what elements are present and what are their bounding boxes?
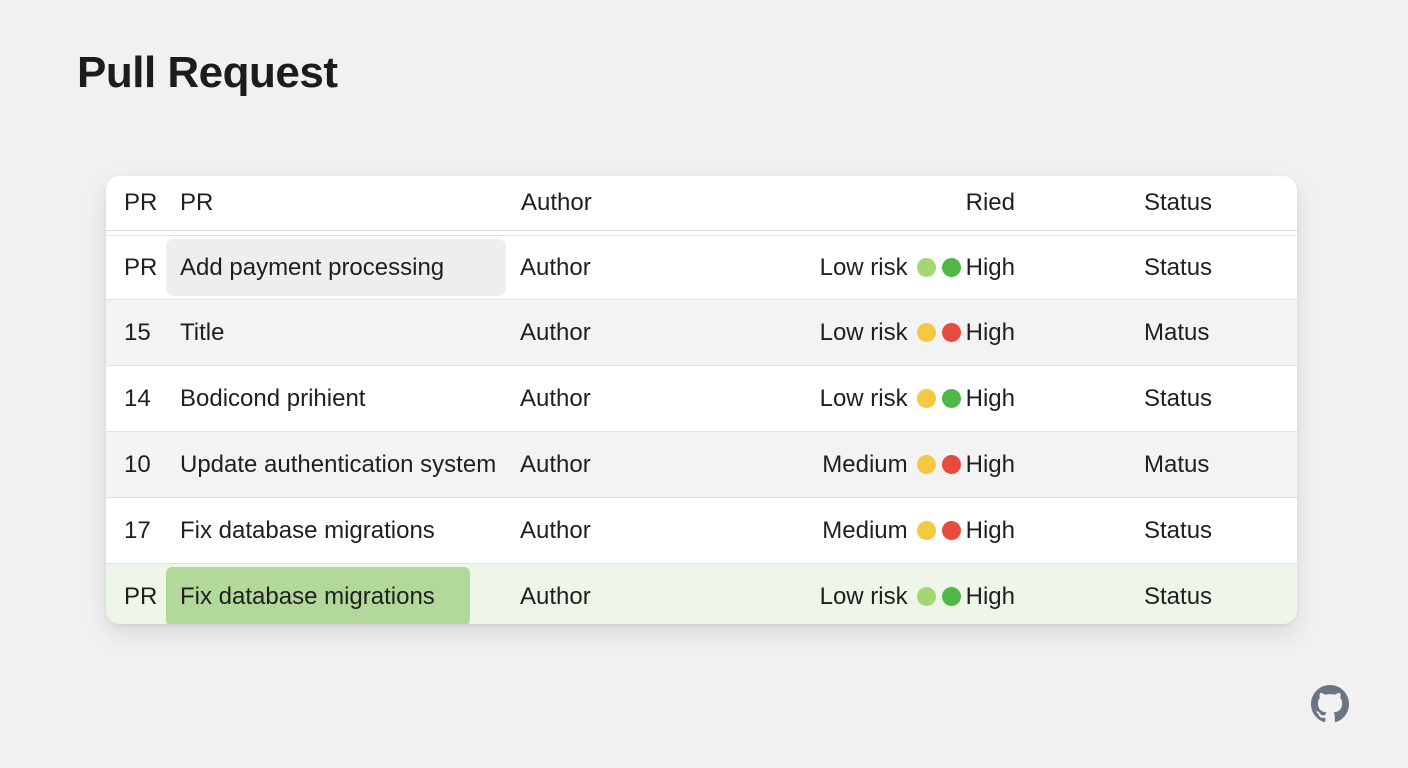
- table-row[interactable]: 15 Title Author Low risk High Matus: [106, 299, 1297, 365]
- pr-status: Matus: [1144, 450, 1210, 478]
- risk-right-label: High: [965, 384, 1015, 412]
- github-icon[interactable]: [1311, 685, 1349, 723]
- table-header-row: PR PR Author Ried Status: [106, 176, 1297, 231]
- risk-right-label: High: [965, 582, 1015, 610]
- pr-status: Status: [1144, 253, 1213, 281]
- pr-author: Author: [520, 450, 591, 478]
- risk-dot-right: [941, 323, 961, 342]
- pr-status: Status: [1144, 582, 1213, 610]
- risk-left-label: Low risk: [819, 253, 908, 281]
- pr-title[interactable]: Fix database migrations: [166, 567, 470, 624]
- risk-dot-right: [941, 521, 961, 540]
- pr-title[interactable]: Fix database migrations: [166, 498, 520, 563]
- table-row[interactable]: PR Add payment processing Author Low ris…: [106, 236, 1297, 299]
- risk-indicator: Medium High: [822, 498, 1015, 563]
- risk-indicator: Medium High: [822, 432, 1015, 497]
- header-author[interactable]: Author: [521, 176, 592, 230]
- pr-status: Matus: [1144, 318, 1210, 346]
- risk-left-label: Low risk: [819, 384, 908, 412]
- pr-title[interactable]: Update authentication system: [166, 432, 520, 497]
- risk-dot-right: [941, 587, 961, 606]
- pr-author: Author: [520, 318, 591, 346]
- table-row[interactable]: 14 Bodicond prihient Author Low risk Hig…: [106, 365, 1297, 431]
- pr-number: 15: [124, 318, 151, 346]
- pr-number: PR: [124, 253, 158, 281]
- pr-status: Status: [1144, 384, 1213, 412]
- header-risk[interactable]: Ried: [966, 176, 1015, 230]
- risk-right-label: High: [965, 318, 1015, 346]
- header-status[interactable]: Status: [1144, 176, 1212, 230]
- risk-indicator: Low risk High: [820, 300, 1015, 365]
- table-row-selected[interactable]: PR Fix database migrations Author Low ri…: [106, 563, 1297, 624]
- pr-author: Author: [520, 582, 591, 610]
- pr-number: 14: [124, 384, 151, 412]
- risk-dot-right: [941, 258, 961, 277]
- pr-number: 17: [124, 516, 151, 544]
- pr-title[interactable]: Bodicond prihient: [166, 366, 520, 431]
- risk-dot-left: [916, 521, 936, 540]
- header-pr-title[interactable]: PR: [166, 176, 520, 230]
- risk-right-label: High: [965, 253, 1015, 281]
- pr-author: Author: [520, 253, 591, 281]
- pr-author: Author: [520, 516, 591, 544]
- risk-left-label: Medium: [822, 516, 908, 544]
- pr-status: Status: [1144, 516, 1213, 544]
- risk-indicator: Low risk High: [820, 564, 1015, 624]
- risk-right-label: High: [965, 450, 1015, 478]
- pr-author: Author: [520, 384, 591, 412]
- table-row[interactable]: 17 Fix database migrations Author Medium…: [106, 497, 1297, 563]
- pr-number: 10: [124, 450, 151, 478]
- risk-left-label: Low risk: [819, 582, 908, 610]
- risk-dot-left: [916, 389, 936, 408]
- table-row[interactable]: 10 Update authentication system Author M…: [106, 431, 1297, 497]
- header-pr-number[interactable]: PR: [124, 176, 157, 230]
- risk-left-label: Low risk: [819, 318, 908, 346]
- risk-dot-left: [916, 455, 936, 474]
- risk-dot-left: [916, 323, 936, 342]
- risk-dot-left: [916, 258, 936, 277]
- pr-title[interactable]: Title: [166, 300, 520, 365]
- risk-right-label: High: [965, 516, 1015, 544]
- risk-dot-right: [941, 455, 961, 474]
- risk-dot-right: [941, 389, 961, 408]
- risk-left-label: Medium: [822, 450, 908, 478]
- risk-indicator: Low risk High: [820, 366, 1015, 431]
- risk-indicator: Low risk High: [820, 236, 1015, 299]
- risk-dot-left: [916, 587, 936, 606]
- pull-request-table: PR PR Author Ried Status PR Add payment …: [106, 176, 1297, 624]
- page-title: Pull Request: [77, 48, 338, 97]
- pr-number: PR: [124, 582, 158, 610]
- pr-title[interactable]: Add payment processing: [166, 239, 506, 296]
